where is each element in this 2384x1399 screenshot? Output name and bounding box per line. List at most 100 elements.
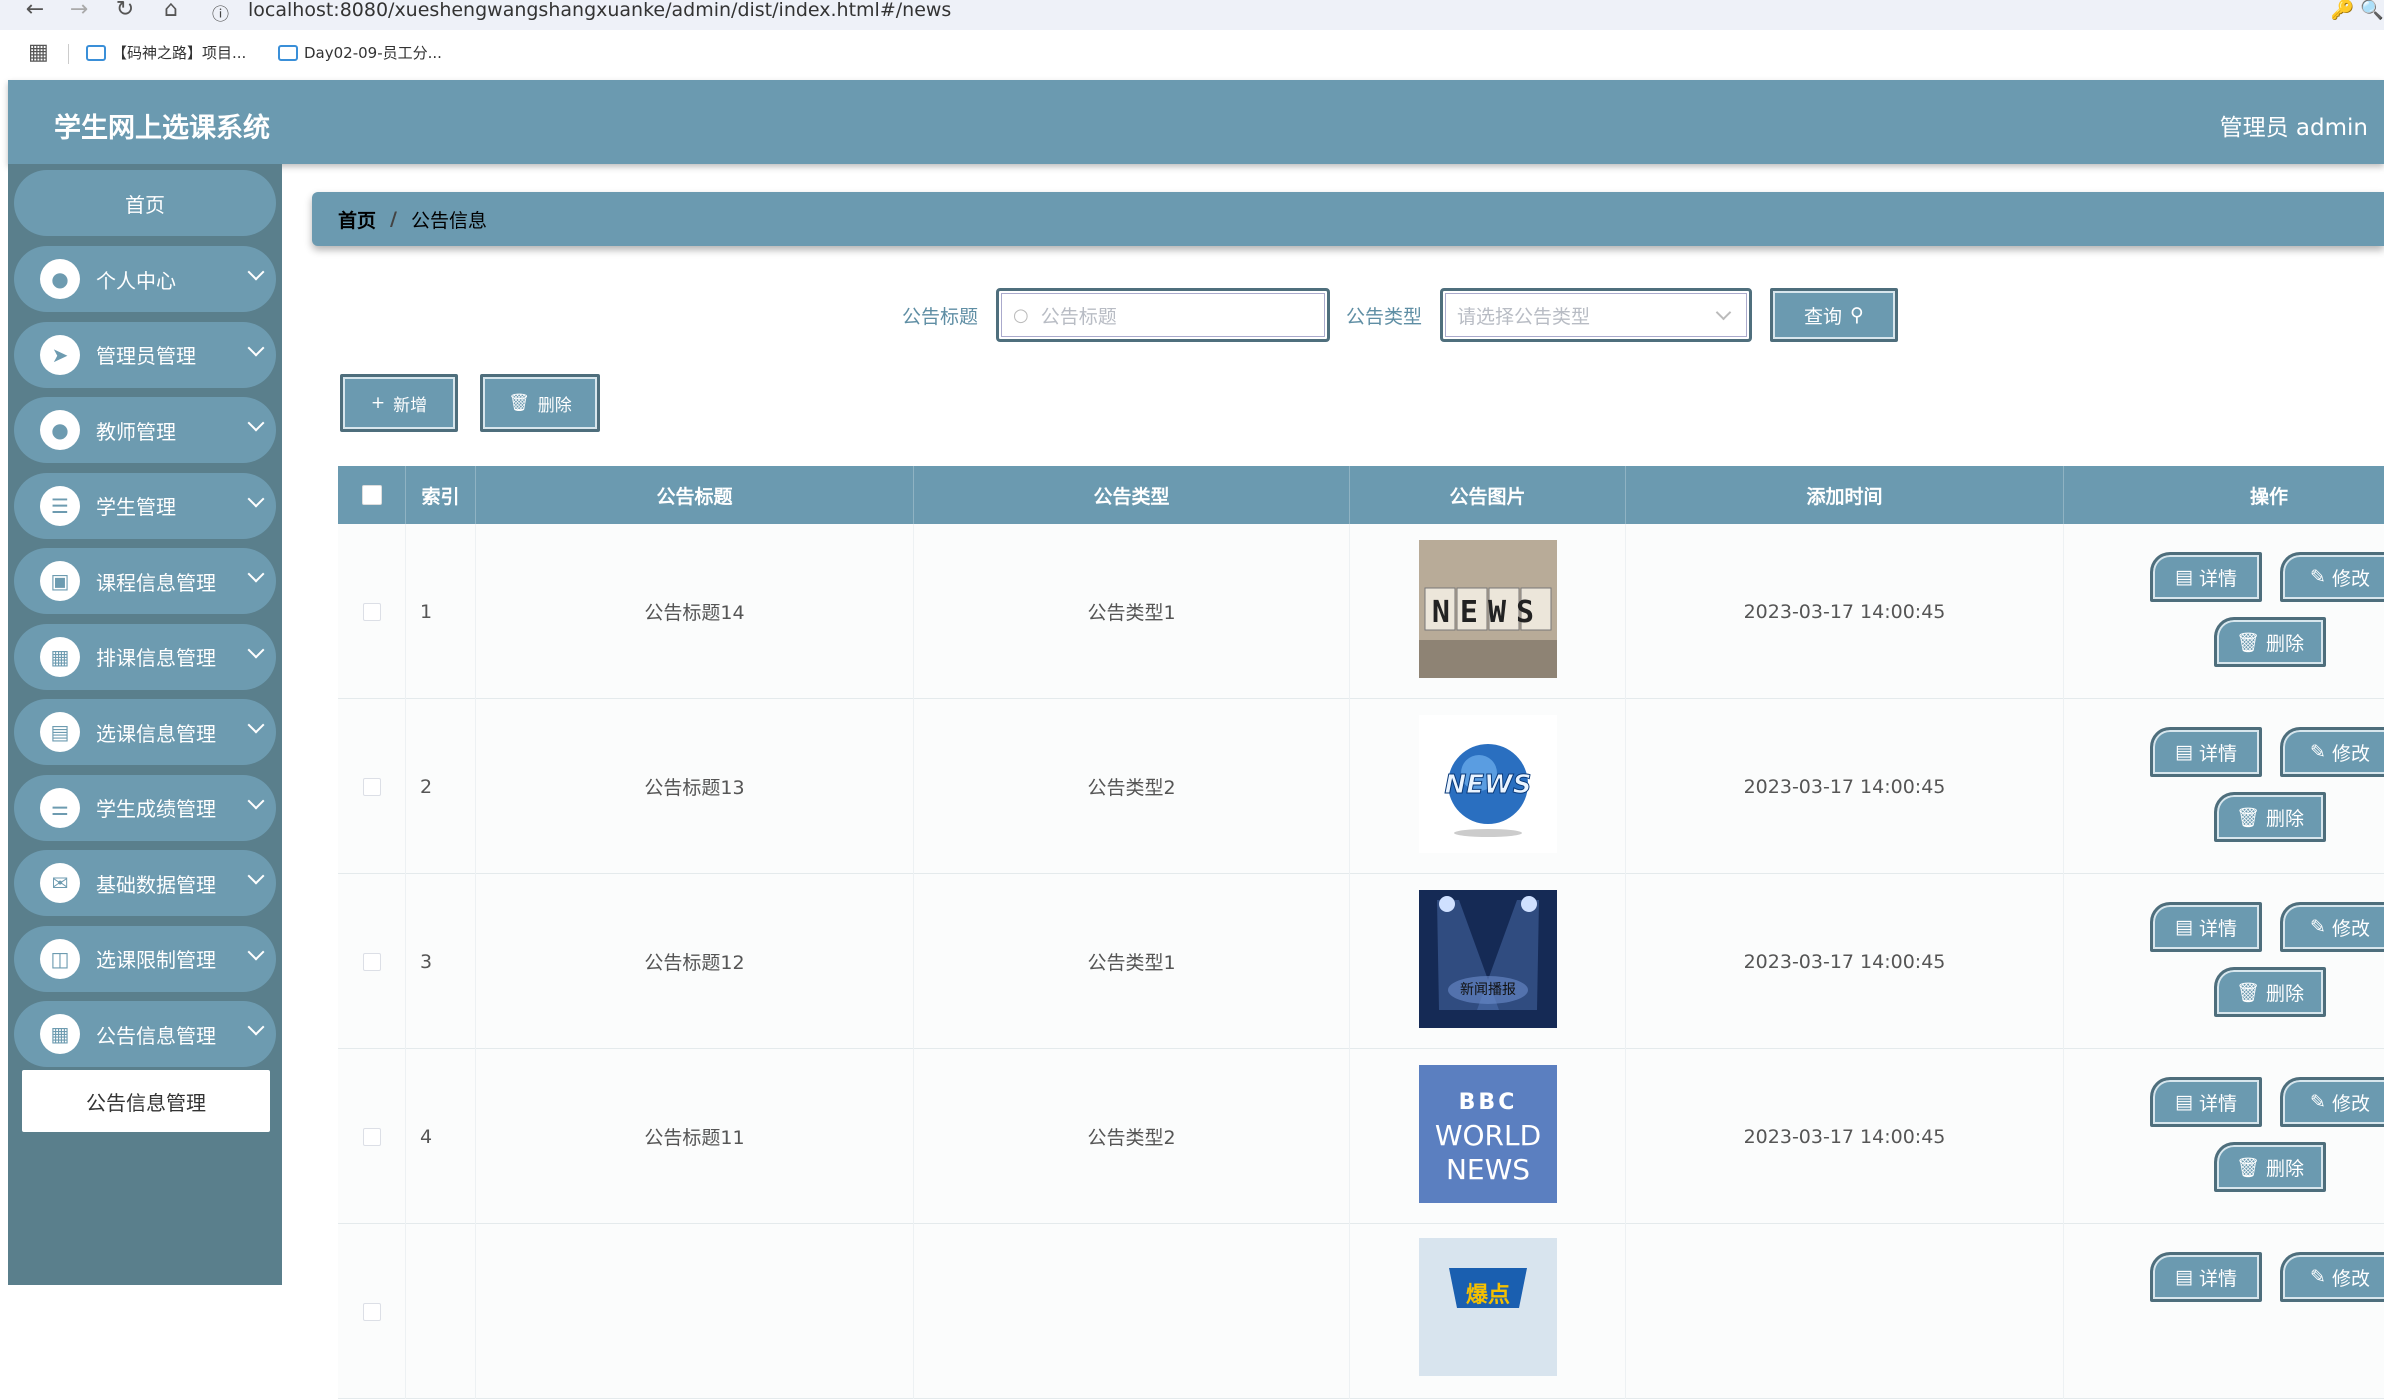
edit-button[interactable]: ✎ 修改 xyxy=(2280,552,2384,602)
detail-label: 详情 xyxy=(2198,1092,2237,1115)
user-label[interactable]: 管理员 admin xyxy=(2220,108,2368,142)
forward-icon[interactable]: → xyxy=(64,0,94,24)
sidebar-item-label: 选课信息管理 xyxy=(96,721,216,746)
detail-button[interactable]: ▤ 详情 xyxy=(2150,1077,2262,1127)
checkbox-cell xyxy=(338,874,406,1049)
time-cell: 2023-03-17 14:00:45 xyxy=(1626,1049,2064,1224)
sidebar-item[interactable]: ▤ 选课信息管理 xyxy=(14,699,276,765)
sidebar-item[interactable]: ▦ 公告信息管理 xyxy=(14,1001,276,1067)
svg-text:WORLD: WORLD xyxy=(1434,1119,1540,1152)
delete-button[interactable]: 🗑 删除 xyxy=(2214,617,2326,667)
type-select[interactable]: 请选择公告类型 xyxy=(1440,288,1752,342)
table-row: 3 公告标题12 公告类型1 新闻播报 2023-03-17 14:00:45 ▤ 详情 ✎ 修… xyxy=(338,874,2384,1049)
breadcrumb-current: 公告信息 xyxy=(410,209,487,232)
home-icon[interactable]: ⌂ xyxy=(156,0,186,24)
send-icon: ➤ xyxy=(40,334,80,375)
add-button[interactable]: + 新增 xyxy=(340,374,458,432)
bookmark-item[interactable]: 【码神之路】项目... xyxy=(86,42,246,63)
chevron-down-icon xyxy=(247,339,265,356)
bookmarks-divider xyxy=(68,44,69,64)
app-title: 学生网上选课系统 xyxy=(54,113,270,144)
row-checkbox[interactable] xyxy=(362,952,381,971)
svg-text:新闻播报: 新闻播报 xyxy=(1460,982,1516,998)
breadcrumb-home[interactable]: 首页 xyxy=(338,206,376,233)
actions-cell: ▤ 详情 ✎ 修改 🗑 删除 xyxy=(2064,524,2384,699)
time-cell: 2023-03-17 14:00:45 xyxy=(1626,874,2064,1049)
sidebar-item[interactable]: ⚌ 学生成绩管理 xyxy=(14,774,276,841)
select-all-cell xyxy=(338,466,406,524)
sidebar-item[interactable]: ● 个人中心 xyxy=(14,246,276,312)
delete-button[interactable]: 🗑 删除 xyxy=(2214,792,2326,842)
actions-cell: ▤ 详情 ✎ 修改 🗑 删除 xyxy=(2064,874,2384,1049)
type-filter-label: 公告类型 xyxy=(1346,306,1423,328)
delete-button[interactable]: 🗑 删除 xyxy=(2214,1142,2326,1192)
batch-delete-button[interactable]: 🗑 删除 xyxy=(480,374,600,432)
submenu-item-news[interactable]: 公告信息管理 xyxy=(22,1070,270,1132)
type-cell: 公告类型2 xyxy=(914,699,1350,874)
detail-button[interactable]: ▤ 详情 xyxy=(2150,552,2262,602)
delete-button[interactable]: 🗑 删除 xyxy=(2214,967,2326,1017)
row-checkbox[interactable] xyxy=(362,602,381,621)
info-icon[interactable]: ⓘ xyxy=(212,0,234,25)
detail-button[interactable]: ▤ 详情 xyxy=(2150,902,2262,952)
edit-button[interactable]: ✎ 修改 xyxy=(2280,1252,2384,1302)
chevron-down-icon xyxy=(247,641,265,658)
edit-button[interactable]: ✎ 修改 xyxy=(2280,1077,2384,1127)
title-filter-label: 公告标题 xyxy=(902,306,979,328)
chat-icon: ✉ xyxy=(40,863,80,903)
reload-icon[interactable]: ↻ xyxy=(110,0,140,24)
edit-button[interactable]: ✎ 修改 xyxy=(2280,727,2384,777)
sidebar-item[interactable]: ● 教师管理 xyxy=(14,397,276,463)
back-icon[interactable]: ← xyxy=(20,0,50,24)
news-thumbnail[interactable]: 新闻播报 xyxy=(1418,890,1557,1033)
news-thumbnail[interactable]: 爆点 xyxy=(1418,1238,1557,1381)
sidebar-item[interactable]: ▦ 排课信息管理 xyxy=(14,623,276,690)
document-icon: ▤ xyxy=(2175,741,2193,763)
browser-chrome: ← → ↻ ⌂ ⓘ localhost:8080/xueshengwangsha… xyxy=(0,0,2384,80)
detail-button[interactable]: ▤ 详情 xyxy=(2150,727,2262,777)
apps-grid-icon[interactable]: ▦ xyxy=(28,40,49,65)
detail-label: 详情 xyxy=(2198,1267,2237,1290)
news-thumbnail[interactable]: NEWS xyxy=(1418,540,1557,683)
row-checkbox[interactable] xyxy=(362,1302,381,1321)
checkbox-cell xyxy=(338,1049,406,1224)
type-placeholder: 请选择公告类型 xyxy=(1457,305,1591,328)
index-cell: 4 xyxy=(406,1049,476,1224)
type-cell xyxy=(914,1224,1350,1399)
type-cell: 公告类型2 xyxy=(914,1049,1350,1224)
index-cell: 3 xyxy=(406,874,476,1049)
user-icon: ● xyxy=(40,410,80,450)
title-search-input[interactable]: ○ 公告标题 xyxy=(996,288,1330,342)
sliders-icon: ⚌ xyxy=(40,787,80,828)
sidebar-item-label: 首页 xyxy=(125,192,165,217)
row-checkbox[interactable] xyxy=(362,1127,381,1146)
chevron-down-icon xyxy=(247,792,265,809)
select-all-checkbox[interactable] xyxy=(361,485,382,505)
sidebar-item[interactable]: ➤ 管理员管理 xyxy=(14,321,276,388)
sidebar-item-label: 课程信息管理 xyxy=(96,570,216,595)
sidebar-item[interactable]: ✉ 基础数据管理 xyxy=(14,850,276,916)
sidebar-item[interactable]: ☰ 学生管理 xyxy=(14,472,276,539)
key-icon[interactable]: 🔑 🔍 xyxy=(2331,0,2384,20)
time-cell: 2023-03-17 14:00:45 xyxy=(1626,699,2064,874)
detail-label: 详情 xyxy=(2198,742,2237,765)
header-index: 索引 xyxy=(406,466,476,524)
title-cell: 公告标题13 xyxy=(476,699,914,874)
news-thumbnail[interactable]: NEWS xyxy=(1418,715,1557,858)
search-button[interactable]: 查询 ⚲ xyxy=(1770,288,1898,342)
index-cell xyxy=(406,1224,476,1399)
edit-button[interactable]: ✎ 修改 xyxy=(2280,902,2384,952)
detail-button[interactable]: ▤ 详情 xyxy=(2150,1252,2262,1302)
sidebar-item-label: 个人中心 xyxy=(96,268,176,293)
sidebar-item[interactable]: ▣ 课程信息管理 xyxy=(14,548,276,614)
add-button-label: 新增 xyxy=(393,395,428,416)
header-actions: 操作 xyxy=(2249,485,2288,508)
grid-icon: ▦ xyxy=(40,1014,80,1054)
sidebar-item-home[interactable]: 首页 xyxy=(14,170,276,236)
sidebar-item[interactable]: ◫ 选课限制管理 xyxy=(14,925,276,992)
url-field[interactable]: localhost:8080/xueshengwangshangxuanke/a… xyxy=(248,0,951,20)
image-cell: BBC WORLD NEWS xyxy=(1350,1049,1626,1224)
news-thumbnail[interactable]: BBC WORLD NEWS xyxy=(1418,1065,1557,1208)
row-checkbox[interactable] xyxy=(362,777,381,796)
bookmark-item[interactable]: Day02-09-员工分... xyxy=(278,42,442,63)
